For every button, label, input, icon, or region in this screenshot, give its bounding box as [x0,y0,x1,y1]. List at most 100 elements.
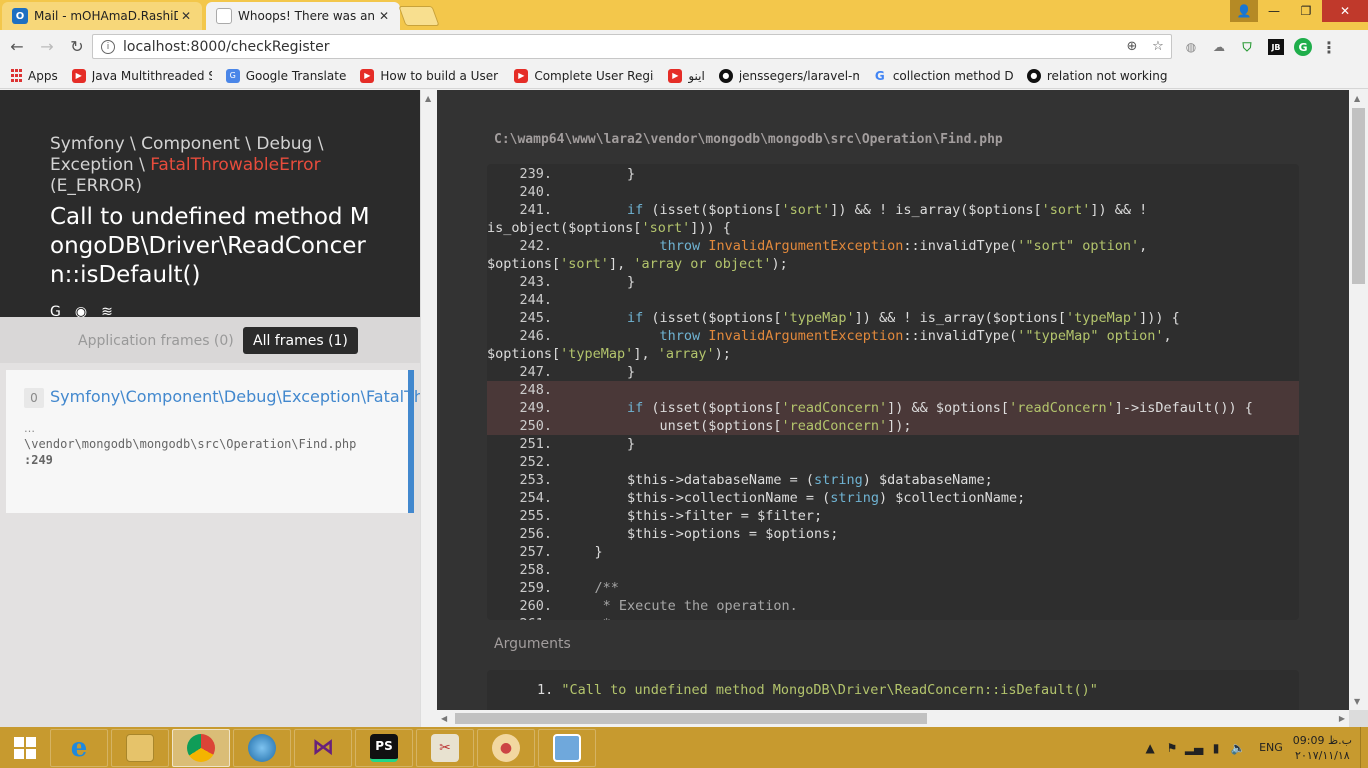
globe-icon [248,733,276,762]
user-icon[interactable]: 👤 [1230,0,1258,22]
bookmark-item[interactable]: ▶ Java Multithreaded S [71,68,212,83]
close-window-button[interactable]: ✕ [1322,0,1368,22]
code-line: is_object($options['sort'])) { [487,220,731,236]
scissors-icon: ✂ [431,733,459,762]
zoom-icon[interactable]: ⊕ [1119,39,1145,54]
folder-icon [126,733,154,762]
code-line: 259. /** [519,580,619,596]
chrome-icon [187,733,215,762]
shield-extension-icon[interactable]: ⛉ [1234,34,1260,60]
close-icon[interactable]: ✕ [178,9,194,23]
scroll-thumb[interactable] [455,713,927,724]
bookmark-item[interactable]: ▶ How to build a User F [360,68,500,83]
frame-tabs: Application frames (0) All frames (1) [0,317,420,363]
close-icon[interactable]: ✕ [376,9,392,23]
show-desktop-button[interactable] [1360,727,1368,768]
windows-taskbar: e ⋈ PS ✂ ● ▲ ⚑ ▂▄ ▮ 🔈 ENG 09:09 ب.ظ ۲۰۱۷… [0,727,1368,768]
tab-application-frames[interactable]: Application frames (0) [68,327,244,354]
chevron-up-icon[interactable]: ▲ [1139,741,1161,755]
info-icon[interactable]: i [101,39,115,54]
scroll-left-icon[interactable]: ◀ [441,714,447,723]
youtube-icon: ▶ [668,68,683,83]
taskbar-visual-studio[interactable]: ⋈ [294,728,352,767]
phpstorm-icon: PS [370,733,398,762]
scroll-up-icon[interactable]: ▲ [425,94,431,103]
youtube-icon: ▶ [71,68,86,83]
bookmark-item[interactable]: ▶ اینو [668,68,705,83]
bookmark-item[interactable]: G collection method DE [873,69,1013,83]
bookmark-item[interactable]: ● jenssegers/laravel-m [718,68,859,83]
taskbar-explorer[interactable] [111,728,169,767]
internet-explorer-icon: e [70,732,88,763]
tab-whoops[interactable]: Whoops! There was an e ✕ [206,2,400,30]
jetbrains-extension-icon[interactable]: JB [1268,39,1284,55]
network-icon[interactable]: ▂▄ [1183,741,1205,755]
code-line: 251. } [519,436,636,452]
translate-icon: G [225,68,240,83]
globe-extension-icon[interactable]: ◍ [1178,34,1204,60]
taskbar-phpstorm[interactable]: PS [355,728,413,767]
window-controls: 👤 — ❐ ✕ [1230,0,1368,22]
code-line: 260. * Execute the operation. [519,598,798,614]
tab-all-frames[interactable]: All frames (1) [243,327,358,354]
error-type: (E_ERROR) [50,176,143,196]
scroll-up-icon[interactable]: ▲ [1354,94,1360,103]
browser-toolbar: ← → ↻ i localhost:8000/checkRegister ⊕ ☆… [0,30,1368,63]
address-bar[interactable]: i localhost:8000/checkRegister ⊕ ☆ [92,34,1172,59]
menu-icon[interactable]: ⋮ [1316,34,1342,60]
windows-icon [14,736,36,759]
left-scrollbar[interactable]: ▲ [420,90,437,727]
scroll-down-icon[interactable]: ▼ [1354,697,1360,706]
taskbar-snipping[interactable]: ✂ [416,728,474,767]
tab-title: Mail - mOHAmaD.RashiD [34,9,178,23]
start-button[interactable] [0,727,50,768]
bookmark-item[interactable]: ▶ Complete User Regist [514,68,654,83]
minimize-button[interactable]: — [1258,0,1290,22]
bookmarks-bar: Apps ▶ Java Multithreaded S G Google Tra… [0,63,1368,89]
code-line: 245. if (isset($options['typeMap']) && !… [519,310,1180,326]
forward-button[interactable]: → [34,34,60,60]
taskbar-chrome[interactable] [172,728,230,767]
exception-message: Call to undefined method MongoDB\Driver\… [50,204,370,288]
flag-icon[interactable]: ⚑ [1161,741,1183,755]
restore-button[interactable]: ❐ [1290,0,1322,22]
volume-icon[interactable]: 🔈 [1227,741,1249,755]
vertical-scrollbar[interactable]: ▲ ▼ [1349,90,1368,710]
bookmark-apps[interactable]: Apps [10,69,58,83]
cloud-extension-icon[interactable]: ☁ [1206,34,1232,60]
google-icon: G [874,68,885,83]
battery-icon[interactable]: ▮ [1205,741,1227,755]
tab-mail[interactable]: O Mail - mOHAmaD.RashiD ✕ [2,2,202,30]
arguments-block: 1. "Call to undefined method MongoDB\Dri… [487,670,1299,710]
taskbar-photos[interactable] [538,728,596,767]
horizontal-scrollbar[interactable]: ◀ ▶ [437,710,1349,727]
taskbar-paint[interactable]: ● [477,728,535,767]
new-tab-button[interactable] [398,6,440,26]
code-line: 257. } [519,544,603,560]
stack-frame[interactable]: 0 Symfony\Component\Debug\Exception\Fatal… [6,370,526,513]
scroll-thumb[interactable] [1352,108,1365,284]
exception-panel: Symfony \ Component \ Debug \ Exception … [0,90,526,727]
clock[interactable]: 09:09 ب.ظ ۲۰۱۷/۱۱/۱۸ [1293,733,1352,763]
grammarly-extension-icon[interactable]: G [1294,38,1312,56]
file-path[interactable]: C:\wamp64\www\lara2\vendor\mongodb\mongo… [494,132,1003,147]
url-text[interactable]: localhost:8000/checkRegister [123,39,1119,55]
code-line: 248. [487,381,1299,399]
scroll-right-icon[interactable]: ▶ [1339,714,1345,723]
code-line: 247. } [519,364,636,380]
back-button[interactable]: ← [4,34,30,60]
palette-icon: ● [492,733,520,762]
taskbar-ie[interactable]: e [50,728,108,767]
reload-button[interactable]: ↻ [64,34,90,60]
bookmark-item[interactable]: G Google Translate [225,68,346,83]
exception-class: FatalThrowableError [150,155,321,175]
browser-tab-strip: O Mail - mOHAmaD.RashiD ✕ Whoops! There … [0,0,1368,30]
taskbar-browser[interactable] [233,728,291,767]
code-line: 252. [519,454,552,470]
frame-ellipsis: … [24,422,35,435]
language-indicator[interactable]: ENG [1259,741,1283,754]
bookmark-star-icon[interactable]: ☆ [1145,39,1171,54]
code-line: 250. unset($options['readConcern']); [487,417,1299,435]
bookmark-item[interactable]: ● relation not working [1026,68,1167,83]
exception-namespace: Symfony \ Component \ Debug \ Exception … [50,134,324,196]
